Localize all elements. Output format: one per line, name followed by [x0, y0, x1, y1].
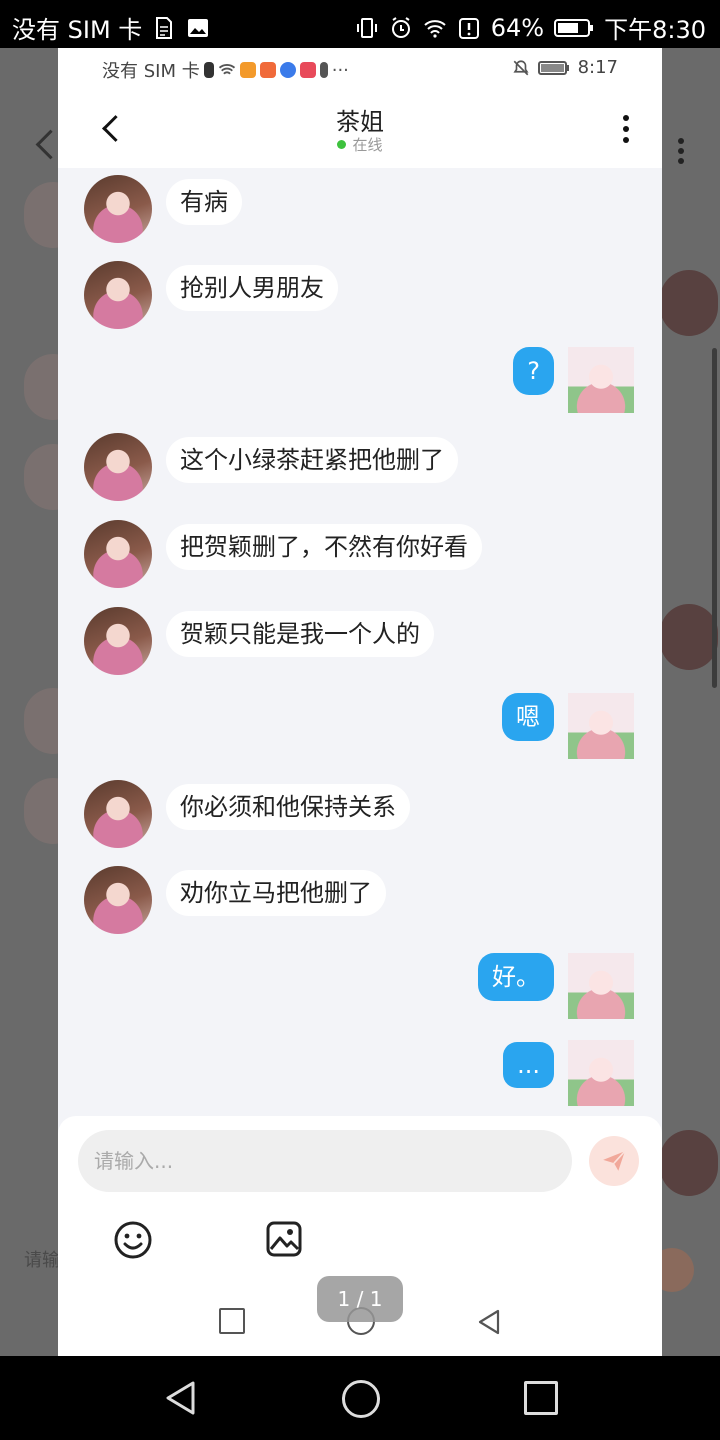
inner-carrier-label: 没有 SIM 卡 [102, 61, 200, 82]
message-bubble[interactable]: 你必须和他保持关系 [166, 784, 410, 830]
system-status-bar: 没有 SIM 卡 64% 下午8:30 [0, 0, 720, 48]
send-button[interactable] [589, 1136, 639, 1186]
message-row: 劝你立马把他删了 [58, 866, 662, 934]
carrier-label: 没有 SIM 卡 [12, 16, 143, 44]
message-row: 把贺颖删了，不然有你好看 [58, 520, 662, 588]
message-row: 有病 [58, 175, 662, 243]
contact-avatar[interactable] [84, 261, 152, 329]
message-row: 抢别人男朋友 [58, 261, 662, 329]
battery-small-icon [319, 62, 328, 78]
message-bubble[interactable]: 抢别人男朋友 [166, 265, 338, 311]
battery-charging-icon [537, 60, 569, 75]
message-row: 贺颖只能是我一个人的 [58, 607, 662, 675]
system-navigation-bar [0, 1356, 720, 1440]
inner-clock: 8:17 [577, 57, 618, 78]
message-row: 好。 [58, 953, 662, 1021]
home-button[interactable] [342, 1380, 380, 1418]
my-avatar[interactable] [568, 953, 634, 1019]
more-icon [678, 134, 684, 168]
online-status: 在线 [58, 134, 662, 155]
message-row: 这个小绿茶赶紧把他删了 [58, 433, 662, 501]
battery-percent: 64% [490, 13, 545, 42]
message-bubble[interactable]: 把贺颖删了，不然有你好看 [166, 524, 482, 570]
more-notifications-icon: ··· [331, 59, 349, 81]
contact-name: 茶姐 [336, 108, 384, 136]
document-icon [156, 16, 173, 39]
wifi-icon [424, 19, 446, 38]
my-avatar[interactable] [568, 347, 634, 413]
image-icon [188, 18, 209, 37]
message-bubble[interactable]: 贺颖只能是我一个人的 [166, 611, 434, 657]
page-indicator: 1 / 1 [317, 1276, 403, 1322]
mute-icon [513, 59, 529, 75]
recent-apps-button[interactable] [524, 1381, 558, 1415]
scrollbar [712, 348, 717, 688]
image-button[interactable] [265, 1220, 303, 1258]
battery-alert-icon [458, 17, 479, 39]
contact-avatar[interactable] [84, 866, 152, 934]
music-app-icon [279, 62, 296, 78]
image-icon [266, 1221, 302, 1257]
inner-status-bar: 没有 SIM 卡 ··· 8:17 [58, 48, 662, 88]
contact-avatar[interactable] [84, 433, 152, 501]
avatar [660, 270, 718, 336]
message-input[interactable]: 请输入... [78, 1130, 572, 1192]
message-bubble[interactable]: 劝你立马把他删了 [166, 870, 386, 916]
my-avatar[interactable] [568, 1040, 634, 1106]
message-list[interactable]: 有病 抢别人男朋友 ? 这个小绿茶赶紧把他删了 把贺颖删了，不然有你好看 贺颖只… [58, 168, 662, 1116]
back-triangle-icon [478, 1309, 500, 1335]
vibrate-icon [356, 17, 377, 38]
clock: 下午8:30 [604, 16, 706, 44]
message-row: 嗯 [58, 693, 662, 761]
message-bubble[interactable]: 有病 [166, 179, 242, 225]
message-bubble[interactable]: 嗯 [502, 693, 554, 741]
emoji-button[interactable] [113, 1220, 153, 1260]
my-avatar[interactable] [568, 693, 634, 759]
contact-avatar[interactable] [84, 520, 152, 588]
battery-icon [554, 18, 594, 37]
alert-icon [203, 62, 214, 78]
message-bubble[interactable]: 这个小绿茶赶紧把他删了 [166, 437, 458, 483]
chat-screenshot: 没有 SIM 卡 ··· 8:17 茶姐 在线 有病 抢别人男朋友 ? 这个小绿… [58, 48, 662, 1356]
back-button[interactable] [164, 1380, 198, 1416]
avatar [660, 1130, 718, 1196]
contact-avatar[interactable] [84, 607, 152, 675]
alarm-icon [391, 16, 410, 38]
contact-avatar[interactable] [84, 175, 152, 243]
send-icon [603, 1150, 626, 1171]
message-row: 你必须和他保持关系 [58, 780, 662, 848]
online-label: 在线 [352, 136, 383, 154]
message-bubble[interactable]: ? [513, 347, 554, 395]
wifi-icon [218, 63, 235, 75]
message-row: ? [58, 347, 662, 415]
video-app-icon [239, 62, 256, 78]
emoji-icon [114, 1221, 152, 1259]
app-icon [259, 62, 276, 78]
recent-apps-icon [219, 1308, 245, 1334]
more-options-button[interactable] [614, 112, 638, 148]
message-bubble[interactable]: 好。 [478, 953, 554, 1001]
avatar [660, 604, 718, 670]
contact-avatar[interactable] [84, 780, 152, 848]
app-icon [299, 62, 316, 78]
message-row: ... [58, 1040, 662, 1108]
chat-header: 茶姐 在线 [58, 88, 662, 168]
message-bubble[interactable]: ... [503, 1042, 554, 1088]
online-dot-icon [337, 140, 347, 149]
background-input-hint: 请输 [24, 1250, 60, 1271]
